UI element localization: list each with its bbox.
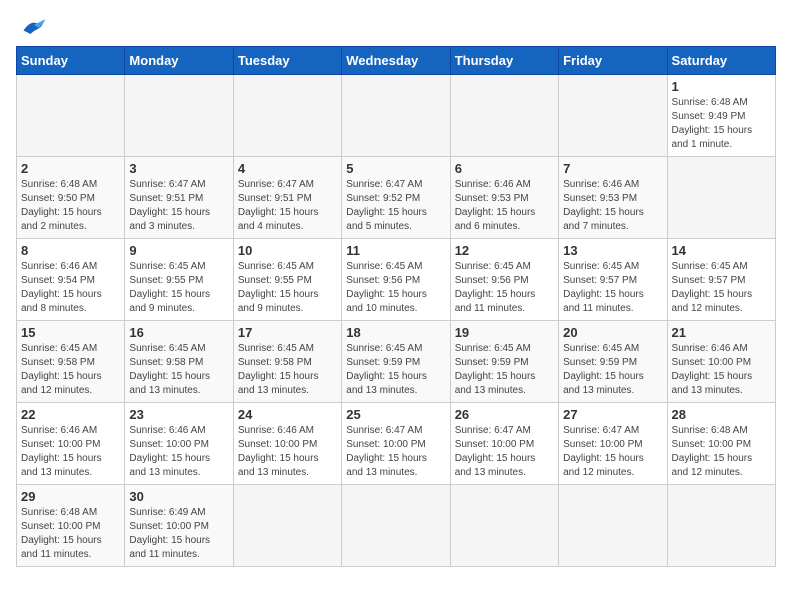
header-day-tuesday: Tuesday xyxy=(233,47,341,75)
calendar-day-14: 14Sunrise: 6:45 AMSunset: 9:57 PMDayligh… xyxy=(667,239,775,321)
calendar-day-9: 9Sunrise: 6:45 AMSunset: 9:55 PMDaylight… xyxy=(125,239,233,321)
header-day-friday: Friday xyxy=(559,47,667,75)
header-row: SundayMondayTuesdayWednesdayThursdayFrid… xyxy=(17,47,776,75)
calendar-day-16: 16Sunrise: 6:45 AMSunset: 9:58 PMDayligh… xyxy=(125,321,233,403)
calendar-day-10: 10Sunrise: 6:45 AMSunset: 9:55 PMDayligh… xyxy=(233,239,341,321)
calendar-day-4: 4Sunrise: 6:47 AMSunset: 9:51 PMDaylight… xyxy=(233,157,341,239)
calendar-day-27: 27Sunrise: 6:47 AMSunset: 10:00 PMDaylig… xyxy=(559,403,667,485)
calendar-day-17: 17Sunrise: 6:45 AMSunset: 9:58 PMDayligh… xyxy=(233,321,341,403)
calendar-week-4: 15Sunrise: 6:45 AMSunset: 9:58 PMDayligh… xyxy=(17,321,776,403)
calendar-day-22: 22Sunrise: 6:46 AMSunset: 10:00 PMDaylig… xyxy=(17,403,125,485)
logo xyxy=(16,16,48,38)
header-day-sunday: Sunday xyxy=(17,47,125,75)
empty-cell xyxy=(17,75,125,157)
calendar-day-12: 12Sunrise: 6:45 AMSunset: 9:56 PMDayligh… xyxy=(450,239,558,321)
calendar-day-13: 13Sunrise: 6:45 AMSunset: 9:57 PMDayligh… xyxy=(559,239,667,321)
empty-cell xyxy=(233,485,341,567)
header-day-monday: Monday xyxy=(125,47,233,75)
calendar-day-23: 23Sunrise: 6:46 AMSunset: 10:00 PMDaylig… xyxy=(125,403,233,485)
calendar-day-1: 1Sunrise: 6:48 AMSunset: 9:49 PMDaylight… xyxy=(667,75,775,157)
calendar-day-28: 28Sunrise: 6:48 AMSunset: 10:00 PMDaylig… xyxy=(667,403,775,485)
calendar-week-6: 29Sunrise: 6:48 AMSunset: 10:00 PMDaylig… xyxy=(17,485,776,567)
header-day-saturday: Saturday xyxy=(667,47,775,75)
calendar-day-2: 2Sunrise: 6:48 AMSunset: 9:50 PMDaylight… xyxy=(17,157,125,239)
calendar-day-30: 30Sunrise: 6:49 AMSunset: 10:00 PMDaylig… xyxy=(125,485,233,567)
empty-cell xyxy=(450,485,558,567)
calendar-week-2: 2Sunrise: 6:48 AMSunset: 9:50 PMDaylight… xyxy=(17,157,776,239)
empty-cell xyxy=(450,75,558,157)
calendar-day-25: 25Sunrise: 6:47 AMSunset: 10:00 PMDaylig… xyxy=(342,403,450,485)
empty-cell xyxy=(125,75,233,157)
calendar-day-18: 18Sunrise: 6:45 AMSunset: 9:59 PMDayligh… xyxy=(342,321,450,403)
calendar-day-24: 24Sunrise: 6:46 AMSunset: 10:00 PMDaylig… xyxy=(233,403,341,485)
calendar-day-26: 26Sunrise: 6:47 AMSunset: 10:00 PMDaylig… xyxy=(450,403,558,485)
calendar-day-21: 21Sunrise: 6:46 AMSunset: 10:00 PMDaylig… xyxy=(667,321,775,403)
calendar-week-3: 8Sunrise: 6:46 AMSunset: 9:54 PMDaylight… xyxy=(17,239,776,321)
calendar-day-20: 20Sunrise: 6:45 AMSunset: 9:59 PMDayligh… xyxy=(559,321,667,403)
empty-cell xyxy=(559,485,667,567)
calendar-day-15: 15Sunrise: 6:45 AMSunset: 9:58 PMDayligh… xyxy=(17,321,125,403)
calendar-day-29: 29Sunrise: 6:48 AMSunset: 10:00 PMDaylig… xyxy=(17,485,125,567)
empty-cell xyxy=(667,157,775,239)
header-day-thursday: Thursday xyxy=(450,47,558,75)
header-day-wednesday: Wednesday xyxy=(342,47,450,75)
logo-bird-icon xyxy=(20,16,48,38)
empty-cell xyxy=(342,485,450,567)
calendar-week-1: 1Sunrise: 6:48 AMSunset: 9:49 PMDaylight… xyxy=(17,75,776,157)
empty-cell xyxy=(342,75,450,157)
calendar-day-11: 11Sunrise: 6:45 AMSunset: 9:56 PMDayligh… xyxy=(342,239,450,321)
calendar-week-5: 22Sunrise: 6:46 AMSunset: 10:00 PMDaylig… xyxy=(17,403,776,485)
header xyxy=(16,16,776,38)
empty-cell xyxy=(559,75,667,157)
calendar-day-6: 6Sunrise: 6:46 AMSunset: 9:53 PMDaylight… xyxy=(450,157,558,239)
calendar-table: SundayMondayTuesdayWednesdayThursdayFrid… xyxy=(16,46,776,567)
calendar-day-7: 7Sunrise: 6:46 AMSunset: 9:53 PMDaylight… xyxy=(559,157,667,239)
calendar-day-5: 5Sunrise: 6:47 AMSunset: 9:52 PMDaylight… xyxy=(342,157,450,239)
empty-cell xyxy=(667,485,775,567)
calendar-day-8: 8Sunrise: 6:46 AMSunset: 9:54 PMDaylight… xyxy=(17,239,125,321)
calendar-day-3: 3Sunrise: 6:47 AMSunset: 9:51 PMDaylight… xyxy=(125,157,233,239)
calendar-day-19: 19Sunrise: 6:45 AMSunset: 9:59 PMDayligh… xyxy=(450,321,558,403)
empty-cell xyxy=(233,75,341,157)
